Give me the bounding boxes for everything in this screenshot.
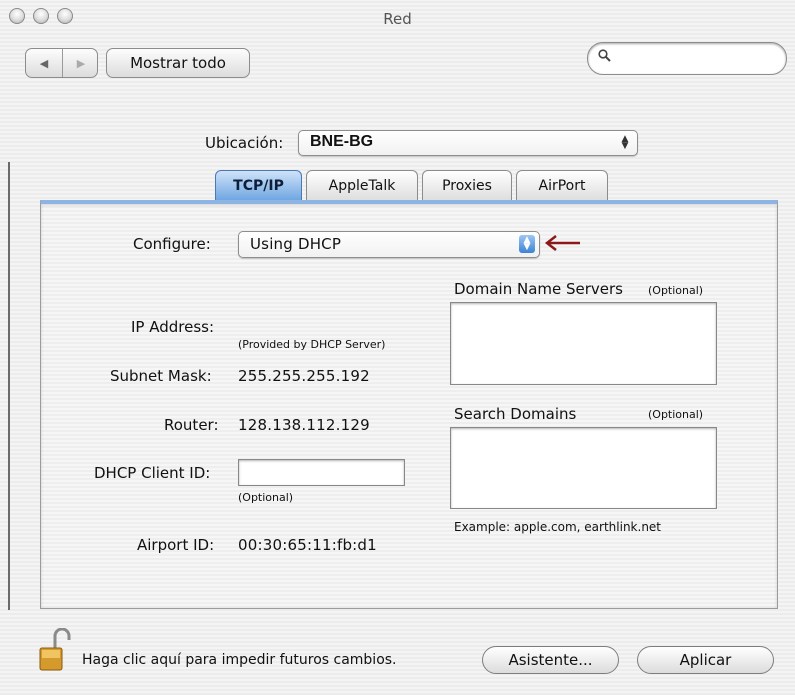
search-domains-optional: (Optional): [648, 408, 704, 421]
configure-label: Configure:: [133, 235, 211, 253]
dhcp-client-id-label: DHCP Client ID:: [94, 464, 211, 482]
search-input[interactable]: [587, 42, 787, 75]
window-title: Red: [383, 10, 412, 28]
ip-address-label: IP Address:: [131, 318, 215, 336]
subnet-mask-label: Subnet Mask:: [110, 367, 212, 385]
dns-label: Domain Name Servers: [454, 280, 623, 298]
tab-tcpip[interactable]: TCP/IP: [215, 170, 302, 200]
show-all-button[interactable]: Mostrar todo: [106, 48, 250, 78]
tab-airport[interactable]: AirPort: [516, 170, 608, 200]
dhcp-client-id-input[interactable]: [238, 459, 405, 486]
router-label: Router:: [164, 416, 219, 434]
arrow-left-icon: [544, 235, 580, 251]
lock-icon[interactable]: [38, 628, 72, 672]
router-value: 128.138.112.129: [238, 416, 370, 434]
airport-id-value: 00:30:65:11:fb:d1: [238, 536, 377, 554]
airport-id-label: Airport ID:: [137, 536, 215, 554]
back-button[interactable]: ◀: [26, 49, 62, 77]
configure-stepper-icon: ▲ ▼: [519, 235, 535, 253]
navigation-segment: ◀ ▶: [25, 48, 98, 78]
search-icon: [598, 49, 611, 62]
search-domains-label: Search Domains: [454, 405, 577, 423]
tab-appletalk[interactable]: AppleTalk: [306, 170, 418, 200]
forward-button[interactable]: ▶: [63, 49, 99, 77]
search-domains-field[interactable]: [450, 427, 717, 509]
dns-servers-field[interactable]: [450, 302, 717, 385]
assistant-button[interactable]: Asistente...: [482, 646, 619, 674]
ip-address-hint: (Provided by DHCP Server): [238, 338, 386, 351]
apply-button[interactable]: Aplicar: [637, 646, 774, 674]
location-value: BNE-BG: [310, 133, 374, 150]
lock-text: Haga clic aquí para impedir futuros camb…: [82, 652, 397, 668]
dhcp-optional-hint: (Optional): [238, 491, 294, 504]
dns-optional: (Optional): [648, 284, 704, 297]
left-edge-line: [8, 162, 10, 610]
search-domains-example: Example: apple.com, earthlink.net: [454, 520, 662, 534]
subnet-mask-value: 255.255.255.192: [238, 367, 370, 385]
configure-value: Using DHCP: [250, 235, 342, 253]
tab-proxies[interactable]: Proxies: [422, 170, 512, 200]
location-label: Ubicación:: [205, 134, 284, 152]
location-stepper-icon: ▲ ▼: [621, 134, 629, 151]
